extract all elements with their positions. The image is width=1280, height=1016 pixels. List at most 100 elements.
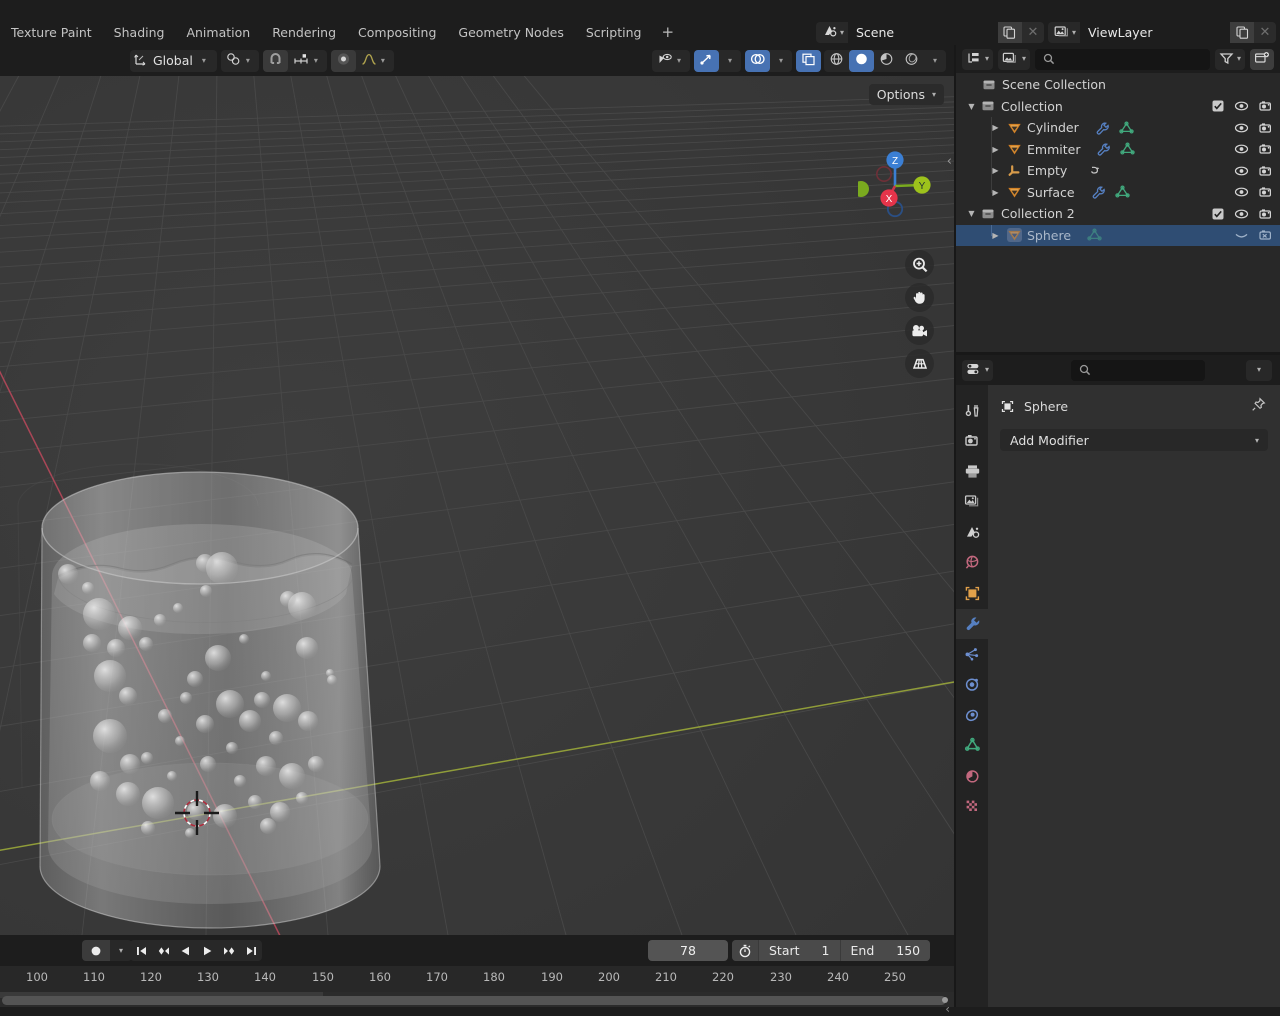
next-keyframe-button[interactable]: [218, 940, 240, 961]
exclude-checkbox[interactable]: [1212, 100, 1224, 112]
tab-material[interactable]: [956, 761, 988, 792]
previous-keyframe-button[interactable]: [152, 940, 174, 961]
tab-data[interactable]: [956, 731, 988, 762]
shading-wireframe-button[interactable]: [824, 50, 849, 72]
snap-toggle-button[interactable]: [262, 49, 288, 72]
play-button[interactable]: [196, 940, 218, 961]
current-frame-field[interactable]: 78: [648, 940, 728, 961]
disable-in-renders-camera-icon[interactable]: [1259, 100, 1274, 112]
jump-to-start-button[interactable]: [130, 940, 152, 961]
tab-render[interactable]: [956, 426, 988, 457]
modifier-wrench-icon[interactable]: [1096, 142, 1111, 156]
disclosure-triangle-open-icon[interactable]: ▼: [966, 102, 977, 111]
properties-editor-type-dropdown[interactable]: ▾: [962, 359, 994, 381]
properties-search-input[interactable]: [1070, 359, 1205, 381]
mesh-data-icon[interactable]: [1114, 185, 1130, 199]
hide-in-viewport-eye-icon[interactable]: [1234, 186, 1249, 198]
timeline-scrollbar-handle[interactable]: [942, 997, 948, 1003]
workspace-tab-rendering[interactable]: Rendering: [261, 20, 347, 45]
tab-view-layer[interactable]: [956, 487, 988, 518]
pivot-point-dropdown[interactable]: ▾: [221, 50, 259, 72]
hide-in-viewport-eye-icon[interactable]: [1234, 100, 1249, 112]
mesh-data-icon[interactable]: [1119, 121, 1134, 135]
modifier-wrench-icon[interactable]: [1095, 121, 1110, 135]
tab-modifier[interactable]: [956, 608, 988, 639]
add-workspace-button[interactable]: +: [652, 20, 683, 45]
workspace-tab-texture-paint[interactable]: Texture Paint: [0, 20, 103, 45]
overlays-settings-dropdown[interactable]: ▾: [770, 50, 792, 72]
object-visibility-dropdown[interactable]: ▾: [652, 50, 690, 72]
disable-in-renders-camera-icon[interactable]: [1259, 229, 1274, 241]
remove-viewlayer-button[interactable]: ✕: [1254, 22, 1276, 43]
zoom-view-button[interactable]: [905, 250, 934, 279]
outliner-row-scene-collection[interactable]: Scene Collection: [956, 74, 1280, 96]
new-scene-button[interactable]: [997, 22, 1022, 43]
shading-settings-dropdown[interactable]: ▾: [924, 50, 946, 72]
auto-keying-settings-dropdown[interactable]: ▾: [110, 940, 132, 961]
pin-icon[interactable]: [1251, 397, 1266, 415]
xray-toggle-button[interactable]: [795, 49, 821, 72]
tab-particles[interactable]: [956, 639, 988, 670]
outliner-row-emmiter[interactable]: ▶ Emmiter: [956, 138, 1280, 160]
proportional-editing-toggle[interactable]: [330, 49, 356, 72]
viewport-sidebar-toggle[interactable]: ‹: [947, 154, 952, 169]
viewlayer-name-field[interactable]: ViewLayer: [1080, 22, 1230, 43]
tab-constraints[interactable]: [956, 700, 988, 731]
gizmo-settings-dropdown[interactable]: ▾: [719, 50, 741, 72]
tab-object[interactable]: [956, 578, 988, 609]
timeline-ruler[interactable]: 100 110 120 130 140 150 160 170 180 190 …: [0, 966, 954, 1016]
outliner-row-sphere[interactable]: ▶ Sphere: [956, 224, 1280, 246]
outliner-filter-dropdown[interactable]: ▾: [1214, 48, 1245, 70]
viewport-options-dropdown[interactable]: Options ▾: [868, 84, 944, 105]
workspace-tab-geometry-nodes[interactable]: Geometry Nodes: [447, 20, 574, 45]
move-view-button[interactable]: [905, 283, 934, 312]
outliner-row-empty[interactable]: ▶ Empty: [956, 160, 1280, 182]
end-frame-field[interactable]: End 150: [839, 940, 931, 961]
start-frame-field[interactable]: Start 1: [758, 940, 840, 961]
add-modifier-button[interactable]: Add Modifier ▾: [1000, 429, 1268, 451]
auto-keying-button[interactable]: [82, 940, 110, 961]
toggle-perspective-button[interactable]: [905, 349, 934, 378]
workspace-tab-compositing[interactable]: Compositing: [347, 20, 447, 45]
gizmo-toggle-button[interactable]: [693, 49, 719, 72]
timeline-horizontal-scrollbar[interactable]: [2, 996, 946, 1005]
outliner-row-surface[interactable]: ▶ Surface: [956, 181, 1280, 204]
viewlayer-browse-button[interactable]: ▾: [1047, 22, 1080, 43]
disable-in-renders-camera-icon[interactable]: [1259, 165, 1274, 177]
proportional-falloff-dropdown[interactable]: ▾: [356, 50, 394, 72]
new-viewlayer-button[interactable]: [1230, 22, 1254, 43]
workspace-tab-animation[interactable]: Animation: [175, 20, 261, 45]
overlays-toggle-button[interactable]: [744, 49, 770, 72]
new-collection-button[interactable]: [1250, 48, 1274, 70]
disable-in-renders-camera-icon[interactable]: [1259, 186, 1274, 198]
outliner-id-filter-dropdown[interactable]: ▾: [998, 48, 1031, 70]
mesh-data-icon[interactable]: [1120, 142, 1136, 156]
modifier-wrench-icon[interactable]: [1091, 185, 1106, 199]
camera-view-button[interactable]: [905, 316, 934, 345]
shading-solid-button[interactable]: [848, 49, 874, 72]
workspace-tab-shading[interactable]: Shading: [103, 20, 176, 45]
disclosure-triangle-open-icon[interactable]: ▼: [966, 209, 977, 218]
outliner-display-mode-dropdown[interactable]: ▾: [962, 48, 994, 70]
outliner-row-collection[interactable]: ▼ Collection: [956, 96, 1280, 118]
use-preview-range-button[interactable]: [732, 940, 758, 961]
workspace-tab-scripting[interactable]: Scripting: [575, 20, 653, 45]
scene-browse-button[interactable]: ▾: [815, 22, 848, 43]
disable-in-renders-camera-icon[interactable]: [1259, 122, 1274, 134]
jump-to-end-button[interactable]: [240, 940, 262, 961]
tab-world[interactable]: [956, 548, 988, 579]
tab-tool[interactable]: [956, 395, 988, 426]
exclude-checkbox[interactable]: [1212, 208, 1224, 220]
shading-rendered-button[interactable]: [899, 50, 924, 72]
viewport-canvas[interactable]: Options ▾ ‹ Z Y X: [0, 76, 954, 935]
outliner-row-collection-2[interactable]: ▼ Collection 2: [956, 203, 1280, 225]
properties-options-dropdown[interactable]: ▾: [1246, 359, 1272, 381]
hide-in-viewport-eye-icon[interactable]: [1234, 143, 1249, 155]
outliner-search-input[interactable]: [1035, 48, 1210, 70]
shading-material-button[interactable]: [874, 50, 899, 72]
tab-texture[interactable]: [956, 792, 988, 823]
navigation-gizmo[interactable]: Z Y X: [858, 149, 932, 223]
tab-scene[interactable]: [956, 517, 988, 548]
constraint-icon[interactable]: [1089, 164, 1104, 178]
snap-target-dropdown[interactable]: ▾: [288, 50, 327, 72]
